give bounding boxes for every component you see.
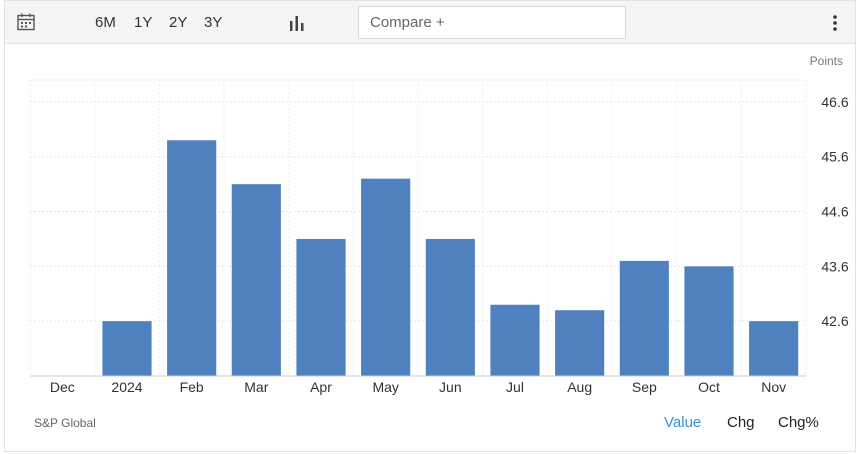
x-tick-label: Apr [310,379,332,395]
bar-chart: 42.6 43.6 44.6 45.6 46.6 Dec 2024 Feb Mar Apr May J… [29,79,849,395]
bar-11 [749,321,799,376]
change-percent-mode-button[interactable]: Chg% [778,414,819,431]
value-mode-button[interactable]: Value [664,414,701,431]
x-tick-label: Dec [50,379,75,395]
x-tick-label: Jul [506,379,524,395]
x-tick-label: Sep [632,379,657,395]
change-mode-button[interactable]: Chg [727,414,755,431]
bar-2 [167,140,217,376]
bar-1 [102,321,152,376]
x-tick-label: Nov [761,379,786,395]
y-tick-label: 46.6 [821,94,848,110]
bar-5 [361,178,411,376]
bar-10 [684,266,734,376]
source-label: S&P Global [34,416,96,430]
bar-8 [555,310,605,376]
x-tick-label: Mar [244,379,268,395]
bar-7 [490,304,540,376]
y-tick-label: 43.6 [821,258,848,274]
bar-9 [619,260,669,376]
x-tick-label: 2024 [111,379,142,395]
bar-3 [231,184,281,376]
y-tick-label: 45.6 [821,149,848,165]
bar-4 [296,238,346,376]
x-tick-label: May [372,379,398,395]
bar-6 [425,238,475,376]
y-tick-label: 42.6 [821,313,848,329]
x-tick-label: Jun [439,379,462,395]
y-tick-label: 44.6 [821,204,848,220]
x-tick-label: Oct [698,379,720,395]
chart-widget: 6M 1Y 2Y 3Y Compare + Points 42.6 43.6 44.… [4,0,856,452]
x-tick-label: Aug [567,379,592,395]
x-tick-label: Feb [180,379,204,395]
